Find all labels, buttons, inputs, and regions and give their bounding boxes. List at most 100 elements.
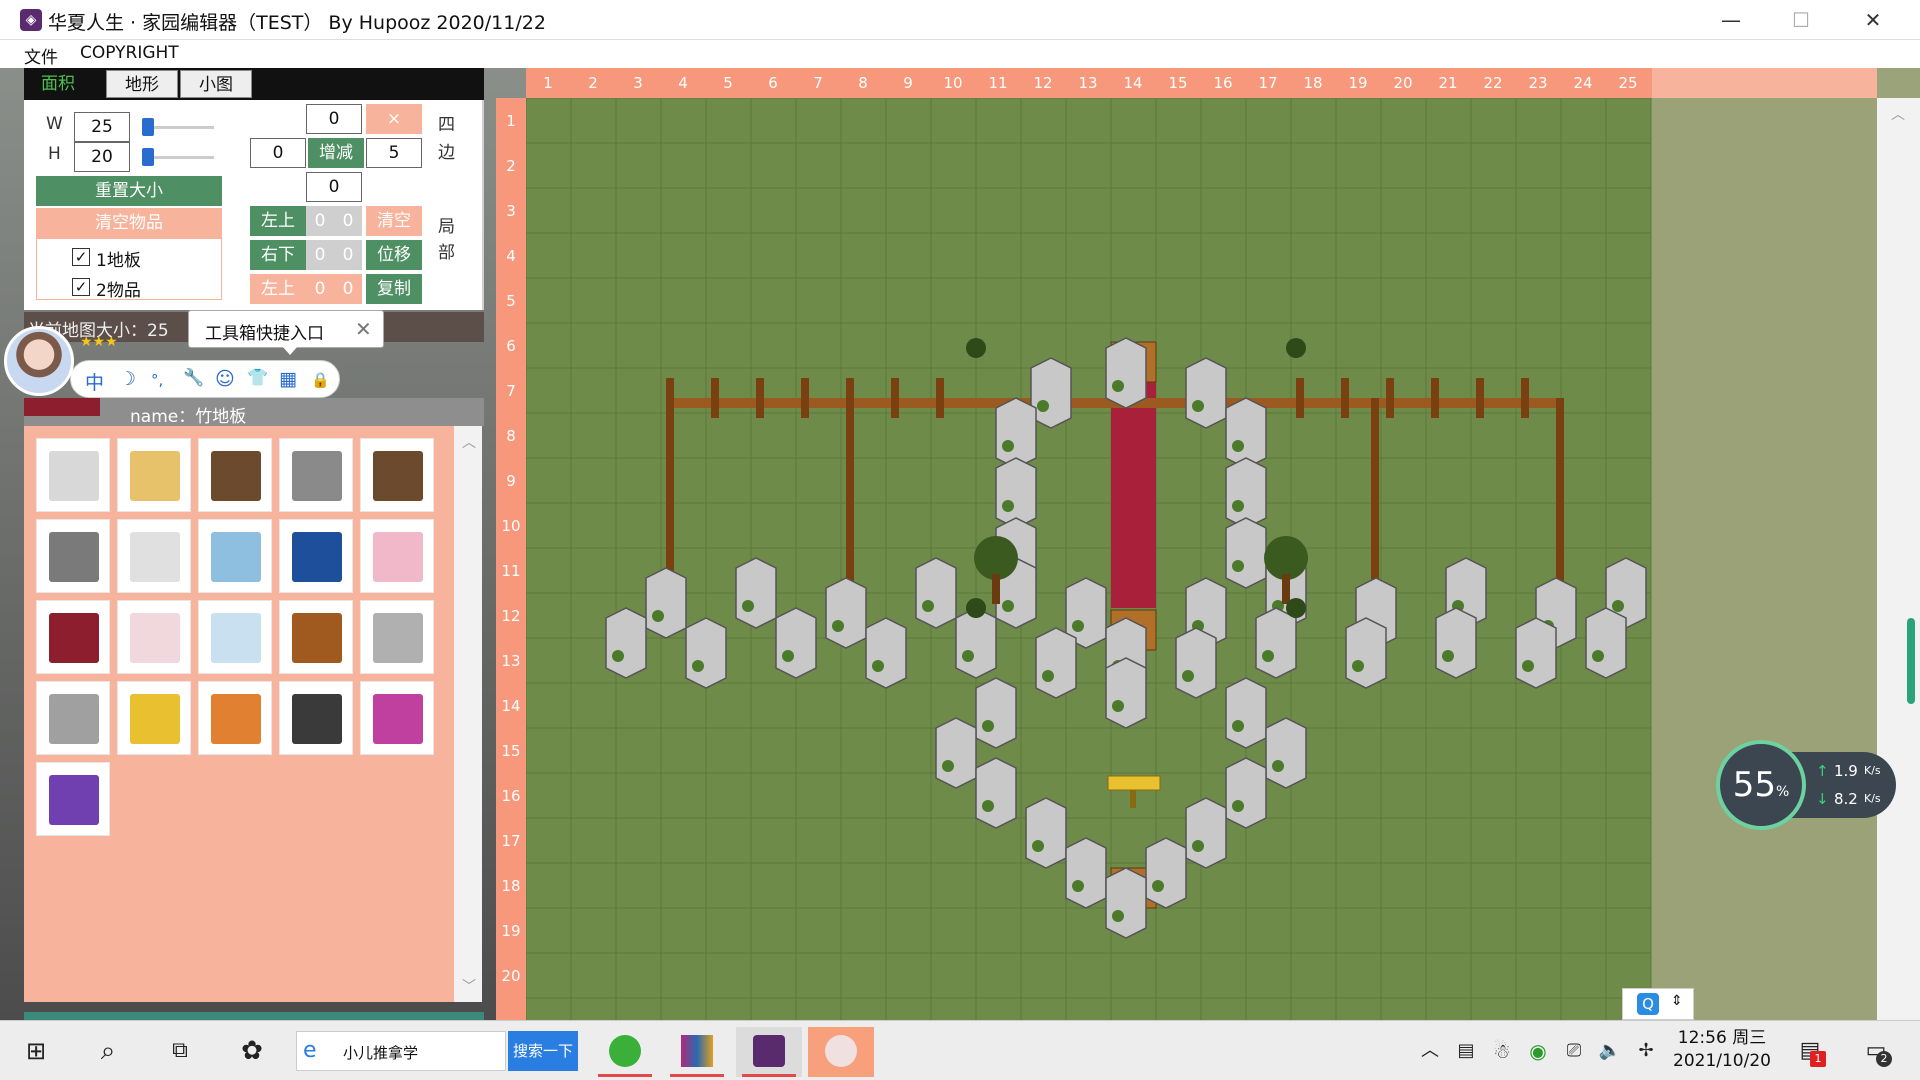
taskbar-search-button[interactable]: 搜索一下	[508, 1031, 578, 1071]
tile-swatch[interactable]	[117, 519, 191, 593]
tile-swatch[interactable]	[36, 438, 110, 512]
taskbar-app-archive[interactable]	[664, 1027, 730, 1077]
local-row3-value2[interactable]: 0	[334, 274, 362, 304]
local-bottomright-button[interactable]: 右下	[250, 240, 306, 270]
width-input[interactable]: 25	[74, 112, 130, 142]
tile-swatch[interactable]	[279, 519, 353, 593]
tile-swatch-color	[292, 532, 342, 582]
dropdown-icon[interactable]: ⇕	[1671, 993, 1683, 1009]
ime-skin-icon[interactable]: 👕	[247, 368, 268, 388]
ime-emoji-icon[interactable]: ☺	[215, 368, 235, 390]
taskbar-app-photo[interactable]	[808, 1027, 874, 1077]
clear-items-button[interactable]: 清空物品	[36, 208, 222, 238]
local-row1-value1[interactable]: 0	[306, 206, 334, 236]
scroll-down-icon[interactable]: ﹀	[462, 976, 476, 996]
ime-moon-icon[interactable]: ☽	[119, 368, 136, 390]
minimize-button[interactable]: —	[1696, 0, 1766, 40]
tray-network-icon[interactable]: ⎚	[1558, 1035, 1590, 1067]
menu-copyright[interactable]: COPYRIGHT	[80, 43, 179, 63]
edge-bottom-input[interactable]: 0	[306, 172, 362, 202]
tile-swatch[interactable]	[198, 681, 272, 755]
task-view-icon[interactable]: ⧉	[164, 1035, 196, 1067]
ime-chinese-icon[interactable]: 中	[85, 368, 104, 395]
tile-swatch[interactable]	[36, 600, 110, 674]
stone-pillar	[1105, 657, 1147, 729]
row-number: 16	[501, 787, 521, 805]
local-clear-button[interactable]: 清空	[366, 206, 422, 236]
tile-swatch[interactable]	[360, 438, 434, 512]
ime-tool-icon[interactable]: 🔧	[183, 368, 204, 388]
taskbar-clock[interactable]: 12:56 周三 2021/10/20	[1662, 1027, 1782, 1073]
tile-swatch[interactable]	[36, 681, 110, 755]
tile-swatch[interactable]	[279, 681, 353, 755]
windows-start-icon[interactable]: ⊞	[20, 1035, 52, 1067]
avatar[interactable]	[4, 326, 74, 396]
edge-left-input[interactable]: 0	[250, 138, 306, 168]
clock-date: 2021/10/20	[1673, 1051, 1771, 1071]
local-row3-value1[interactable]: 0	[306, 274, 334, 304]
height-slider-thumb[interactable]	[142, 148, 154, 166]
taskbar-app-browser[interactable]	[592, 1027, 658, 1077]
tab-area[interactable]: 面积	[30, 70, 86, 98]
tile-swatch[interactable]	[360, 600, 434, 674]
vertical-scrollbar[interactable]: ︿	[1877, 98, 1920, 1020]
local-row2-value1[interactable]: 0	[306, 240, 334, 270]
taskbar-app-editor[interactable]	[736, 1027, 802, 1077]
tray-security-icon[interactable]: ◉	[1522, 1035, 1554, 1067]
local-copy-button[interactable]: 复制	[366, 274, 422, 304]
fence-post	[1476, 378, 1484, 418]
tray-volume-icon[interactable]: 🔈	[1594, 1035, 1626, 1067]
scroll-up-icon[interactable]: ︿	[462, 432, 476, 452]
ime-punctuation-icon[interactable]: °,	[151, 371, 163, 389]
items-checkbox[interactable]: ✓	[72, 278, 90, 296]
tile-swatch[interactable]	[279, 438, 353, 512]
local-row2-value2[interactable]: 0	[334, 240, 362, 270]
width-slider-thumb[interactable]	[142, 118, 154, 136]
tile-swatch[interactable]	[36, 762, 110, 836]
taskbar-search-box[interactable]: e 小儿推拿学	[296, 1031, 506, 1071]
maximize-button[interactable]: ☐	[1766, 0, 1836, 40]
tile-swatch[interactable]	[36, 519, 110, 593]
tile-swatch[interactable]	[198, 519, 272, 593]
height-input[interactable]: 20	[74, 142, 130, 172]
tile-palette-scrollbar[interactable]: ︿ ﹀	[454, 426, 482, 1002]
tray-notepad-icon[interactable]: ▤	[1450, 1035, 1482, 1067]
edge-adjust-button[interactable]: 增减	[308, 138, 364, 168]
ime-lock-icon[interactable]: 🔒	[311, 371, 330, 389]
tile-swatch[interactable]	[198, 438, 272, 512]
pinwheel-app-icon[interactable]: ✿	[236, 1035, 268, 1067]
menu-file[interactable]: 文件	[24, 43, 58, 68]
tile-swatch[interactable]	[117, 681, 191, 755]
network-monitor-widget[interactable]: ↑ 1.9 K/s ↓ 8.2 K/s 55%	[1716, 740, 1896, 830]
tray-qq-icon[interactable]: ☃	[1486, 1035, 1518, 1067]
tray-chevron-up-icon[interactable]: ︿	[1414, 1035, 1446, 1067]
tab-minimap[interactable]: 小图	[180, 70, 252, 98]
floor-checkbox[interactable]: ✓	[72, 248, 90, 266]
close-button[interactable]: ✕	[1838, 0, 1908, 40]
moss-patch	[1112, 910, 1124, 922]
tooltip-close-icon[interactable]: ✕	[355, 317, 372, 341]
tile-swatch[interactable]	[117, 600, 191, 674]
search-icon[interactable]: ⌕	[92, 1035, 124, 1067]
qq-floating-icon[interactable]: Q ⇕	[1622, 988, 1694, 1020]
local-move-button[interactable]: 位移	[366, 240, 422, 270]
tile-swatch[interactable]	[198, 600, 272, 674]
local-topleft2-button[interactable]: 左上	[250, 274, 306, 304]
vertical-scrollbar-thumb[interactable]	[1907, 618, 1915, 704]
reset-size-button[interactable]: 重置大小	[36, 176, 222, 206]
tile-swatch[interactable]	[117, 438, 191, 512]
tile-swatch[interactable]	[360, 681, 434, 755]
tray-ime-icon[interactable]: ✢	[1630, 1035, 1662, 1067]
edge-top-input[interactable]: 0	[306, 104, 362, 134]
local-row1-value2[interactable]: 0	[334, 206, 362, 236]
tile-swatch[interactable]	[360, 519, 434, 593]
edge-clear-button[interactable]: ×	[366, 104, 422, 134]
tile-swatch[interactable]	[279, 600, 353, 674]
map-canvas[interactable]	[526, 98, 1652, 1020]
tab-terrain[interactable]: 地形	[106, 70, 178, 98]
edge-right-input[interactable]: 5	[366, 138, 422, 168]
tile-palette	[24, 426, 454, 1002]
local-topleft-button[interactable]: 左上	[250, 206, 306, 236]
ime-grid-icon[interactable]: ▦	[279, 368, 297, 390]
map-scroll-up-icon[interactable]: ︿	[1891, 104, 1905, 124]
